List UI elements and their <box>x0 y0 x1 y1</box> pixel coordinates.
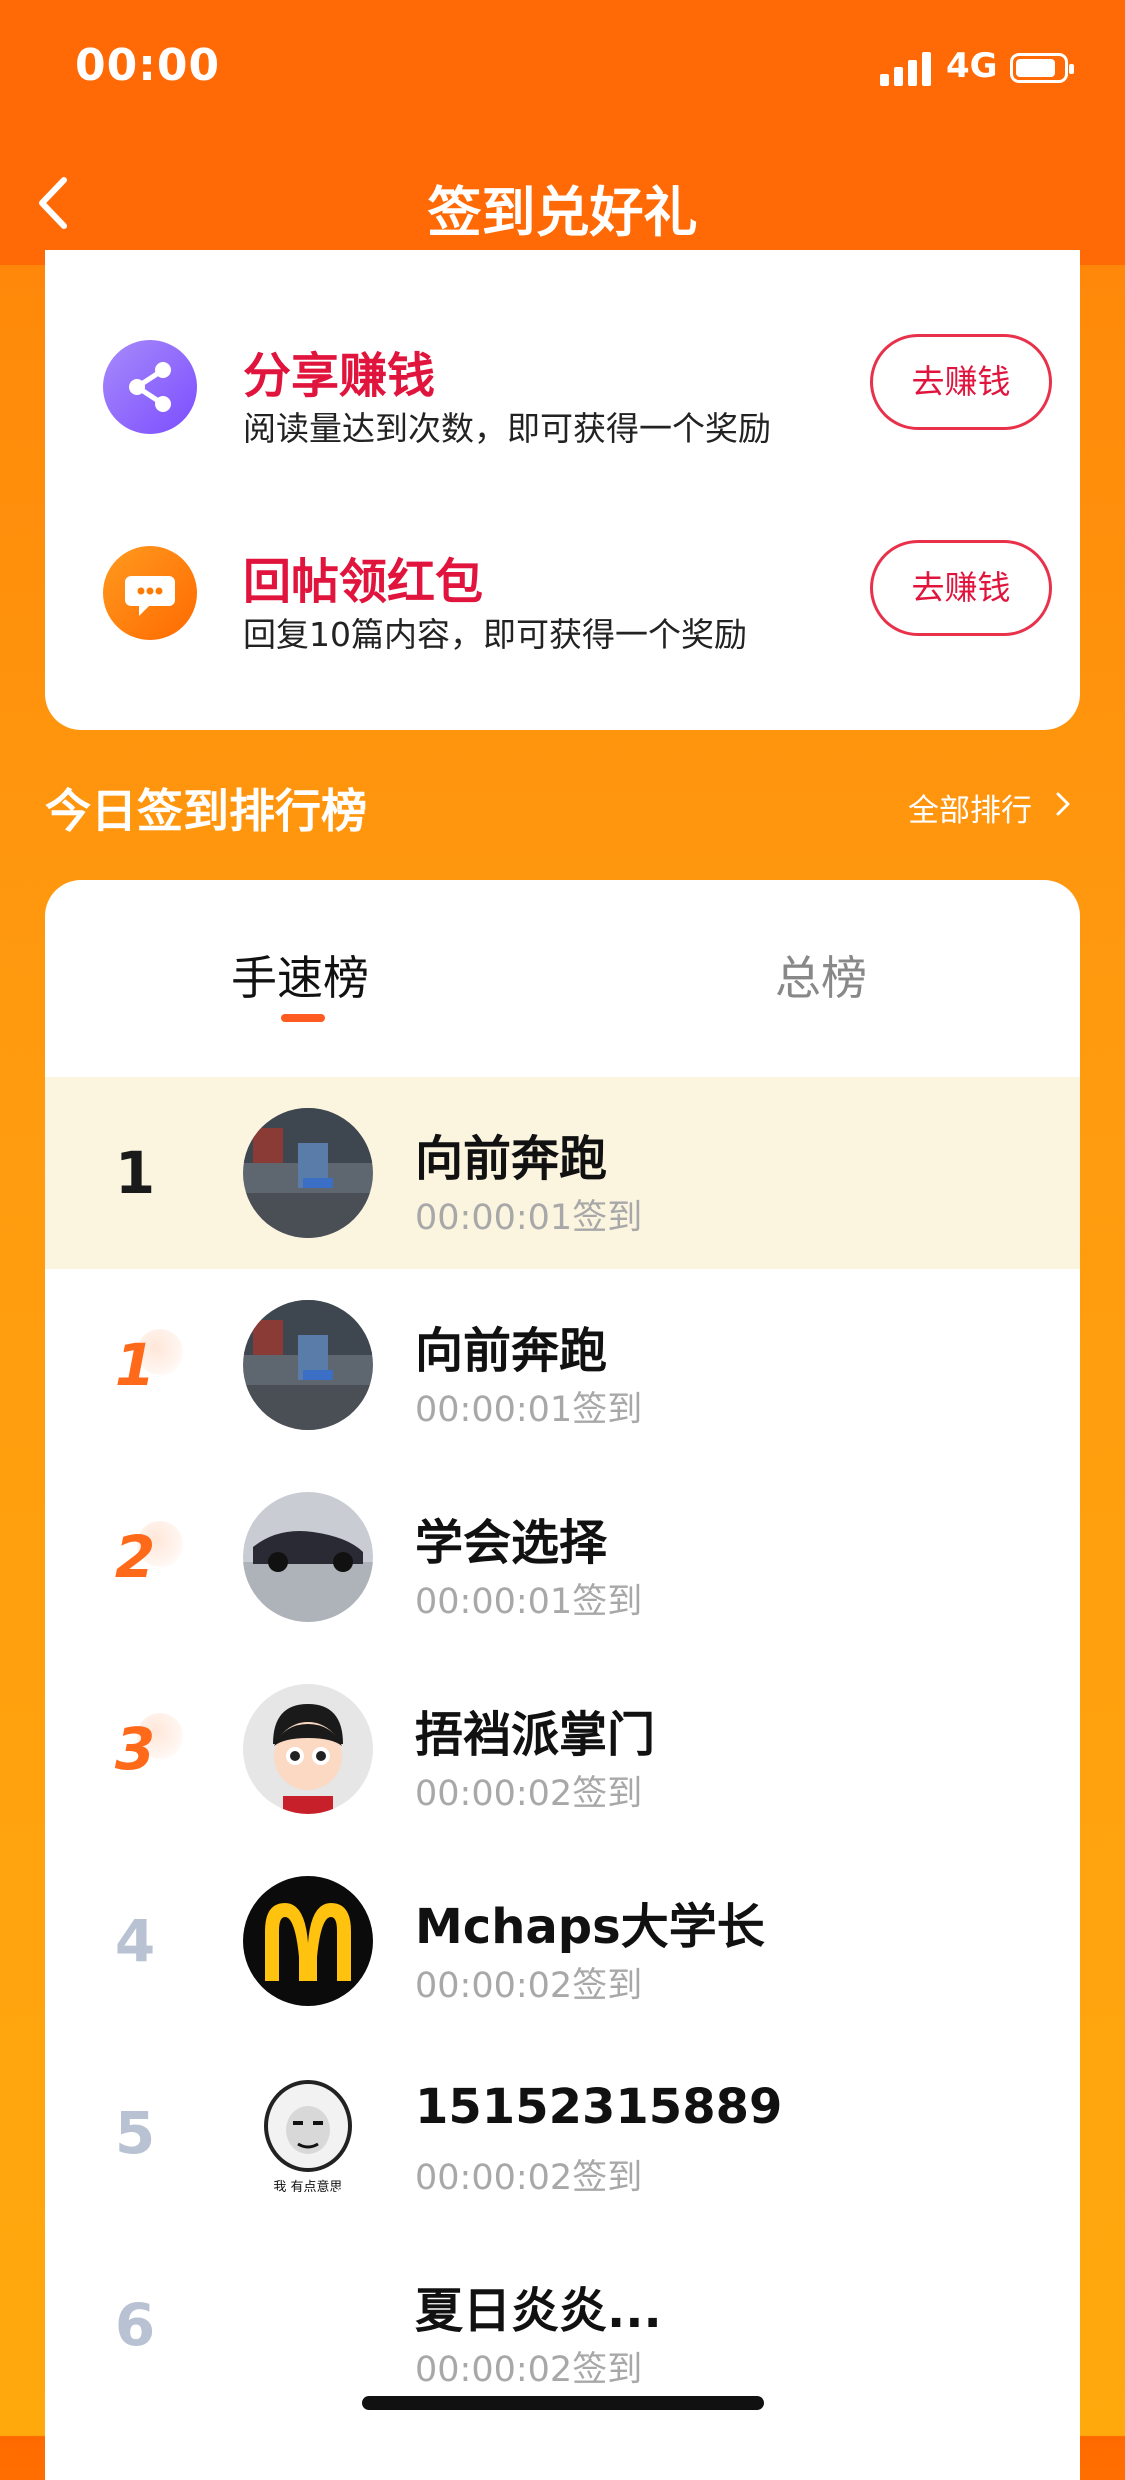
checkin-time: 00:00:02签到 <box>415 2158 643 2198</box>
user-name: 捂裆派掌门 <box>415 1707 656 1763</box>
checkin-time: 00:00:01签到 <box>415 1198 643 1238</box>
all-ranking-link[interactable]: 全部排行 <box>908 785 1032 830</box>
rank-number: 1 <box>114 1331 156 1399</box>
task-card: 分享赚钱 阅读量达到次数，即可获得一个奖励 去赚钱 回帖领红包 回复10篇内容，… <box>45 250 1080 730</box>
earn-button-share[interactable]: 去赚钱 <box>870 334 1052 430</box>
user-name: 夏日炎炎... <box>415 2283 662 2339</box>
rank-number: 4 <box>114 1907 156 1975</box>
user-name: 学会选择 <box>415 1515 608 1571</box>
checkin-time: 00:00:02签到 <box>415 2350 643 2390</box>
checkin-time: 00:00:01签到 <box>415 1582 643 1622</box>
checkin-time: 00:00:02签到 <box>415 1966 643 2006</box>
user-name: Mchaps大学长 <box>415 1899 765 1955</box>
rank-number: 5 <box>114 2099 156 2167</box>
checkin-time: 00:00:01签到 <box>415 1390 643 1430</box>
user-name: 15152315889 <box>415 2079 783 2135</box>
rank-number: 6 <box>114 2291 156 2359</box>
avatar <box>243 1684 373 1814</box>
user-name: 向前奔跑 <box>415 1131 608 1187</box>
battery-icon <box>1010 53 1074 83</box>
ranking-row[interactable]: 2 学会选择 00:00:01签到 <box>45 1461 1080 1653</box>
ranking-row[interactable]: 1 向前奔跑 00:00:01签到 <box>45 1269 1080 1461</box>
avatar <box>243 1492 373 1622</box>
ranking-heading: 今日签到排行榜 <box>45 784 367 838</box>
ranking-row-self[interactable]: 1 向前奔跑 00:00:01签到 <box>45 1077 1080 1269</box>
task-title: 回帖领红包 <box>243 554 484 610</box>
avatar <box>243 1876 373 2006</box>
tab-active-indicator <box>281 1014 325 1022</box>
ranking-row[interactable]: 5 我 有点意思 15152315889 00:00:02签到 <box>45 2037 1080 2229</box>
status-time: 00:00 <box>75 40 221 91</box>
task-item-share: 分享赚钱 阅读量达到次数，即可获得一个奖励 去赚钱 <box>45 302 1080 452</box>
task-item-reply: 回帖领红包 回复10篇内容，即可获得一个奖励 去赚钱 <box>45 508 1080 658</box>
nav-bar: 签到兑好礼 <box>0 140 1125 265</box>
task-desc: 回复10篇内容，即可获得一个奖励 <box>243 615 747 654</box>
avatar-caption: 我 有点意思 <box>273 2180 343 2195</box>
signal-icon <box>880 52 934 86</box>
earn-button-reply[interactable]: 去赚钱 <box>870 540 1052 636</box>
ranking-card: 手速榜 总榜 1 向前奔跑 00:00:01签到 1 向前奔跑 00:00:01… <box>45 880 1080 2480</box>
avatar: 我 有点意思 <box>243 2068 373 2198</box>
rank-number: 1 <box>114 1139 156 1207</box>
ranking-row[interactable]: 3 捂裆派掌门 00:00:02签到 <box>45 1653 1080 1845</box>
home-indicator[interactable] <box>362 2396 764 2410</box>
avatar <box>243 1108 373 1238</box>
network-type: 4G <box>946 46 998 86</box>
task-desc: 阅读量达到次数，即可获得一个奖励 <box>243 409 771 448</box>
rank-number: 2 <box>114 1523 156 1591</box>
status-bar: 00:00 4G <box>0 0 1125 140</box>
chat-bubble-icon <box>103 546 197 640</box>
avatar <box>243 1300 373 1430</box>
task-title: 分享赚钱 <box>243 348 436 404</box>
page-title: 签到兑好礼 <box>427 181 698 244</box>
rank-number: 3 <box>114 1715 156 1783</box>
ranking-row[interactable]: 4 Mchaps大学长 00:00:02签到 <box>45 1845 1080 2037</box>
checkin-time: 00:00:02签到 <box>415 1774 643 1814</box>
avatar <box>243 2260 373 2390</box>
tab-speed[interactable]: 手速榜 <box>231 942 369 1008</box>
chevron-right-icon <box>1056 792 1070 816</box>
tab-total[interactable]: 总榜 <box>775 942 867 1008</box>
share-icon <box>103 340 197 434</box>
user-name: 向前奔跑 <box>415 1323 608 1379</box>
ranking-row[interactable]: 6 夏日炎炎... 00:00:02签到 <box>45 2229 1080 2421</box>
